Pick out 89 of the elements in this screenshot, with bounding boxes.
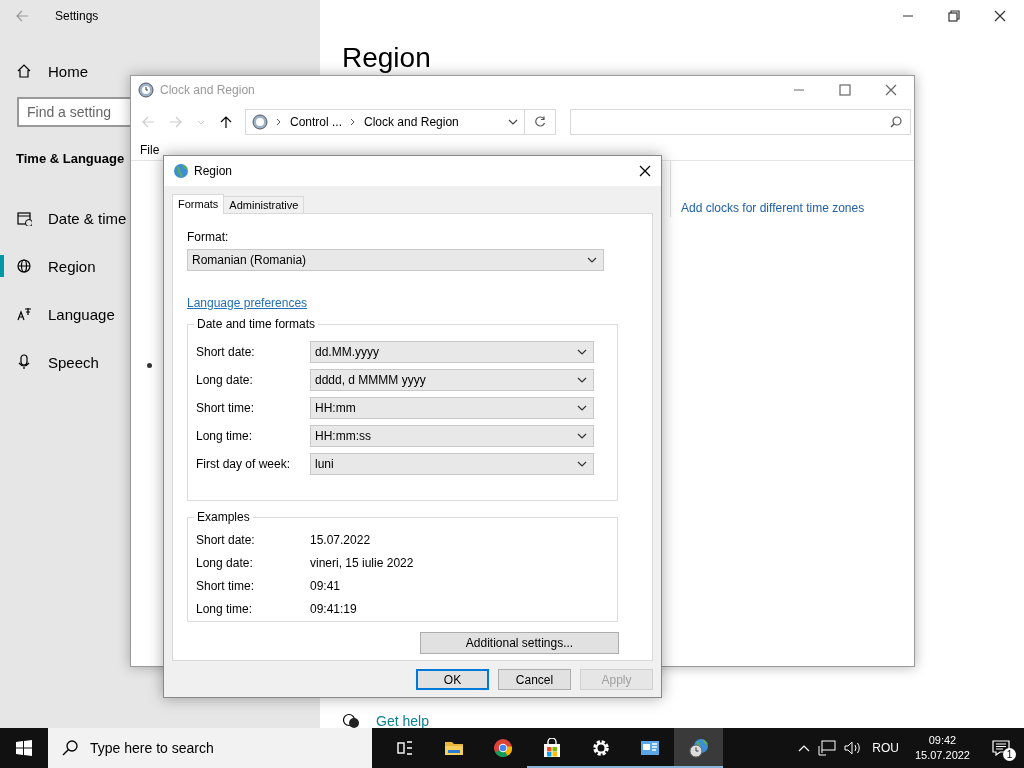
restore-icon[interactable] <box>948 10 960 22</box>
refresh-icon <box>534 116 546 128</box>
field-label: Short time: <box>196 401 256 415</box>
clock-time[interactable]: 09:42 <box>928 733 957 748</box>
section-title: Time & Language <box>16 151 125 166</box>
breadcrumb-item[interactable]: Clock and Region <box>364 115 459 129</box>
help-link[interactable]: Get help <box>376 713 429 729</box>
chevron-down-icon <box>577 349 587 355</box>
field-label: Short date: <box>196 345 256 359</box>
shopping-bag-icon <box>541 738 562 758</box>
window-title: Settings <box>55 9 99 23</box>
chevron-up-icon[interactable] <box>798 744 811 752</box>
clock-globe-icon <box>688 738 709 758</box>
page-heading: Region <box>342 42 432 74</box>
network-icon[interactable] <box>818 740 837 756</box>
nav-item[interactable]: Speech <box>0 338 99 386</box>
field-label: Short date: <box>196 532 256 547</box>
menu-item[interactable]: File <box>140 143 160 157</box>
browser-icon <box>492 738 513 758</box>
dropdown[interactable]: dddd, d MMMM yyyy <box>310 369 594 391</box>
chevron-down-icon <box>577 433 587 439</box>
example-value: vineri, 15 iulie 2022 <box>310 555 414 570</box>
tab[interactable]: Administrative <box>223 196 305 214</box>
windows-logo-icon <box>16 740 32 756</box>
dropdown[interactable]: dd.MM.yyyy <box>310 341 594 363</box>
home-nav-item[interactable]: Home <box>0 49 88 93</box>
tab[interactable]: Formats <box>172 194 225 214</box>
nav-item[interactable]: Date & time <box>0 194 127 242</box>
field-label: Long time: <box>196 429 254 443</box>
close-icon[interactable] <box>994 10 1006 22</box>
language-indicator[interactable]: ROU <box>872 741 899 755</box>
window-title: Clock and Region <box>160 83 255 97</box>
clock-date[interactable]: 15.07.2022 <box>914 748 970 763</box>
chevron-down-icon <box>577 377 587 383</box>
field-label: Short time: <box>196 578 256 593</box>
volume-icon[interactable] <box>844 740 863 756</box>
calendar-icon <box>16 210 32 226</box>
taskbar-app[interactable] <box>674 728 723 768</box>
control-panel-icon <box>639 738 660 758</box>
notification-badge: 1 <box>1003 748 1016 761</box>
example-value: 09:41 <box>310 578 341 593</box>
example-value: 09:41:19 <box>310 601 357 616</box>
nav-item[interactable]: Language <box>0 290 115 338</box>
field-label: First day of week: <box>196 457 292 471</box>
field-label: Long time: <box>196 601 254 616</box>
globe-icon <box>16 258 32 274</box>
settings-icon <box>590 738 611 758</box>
chevron-down-icon <box>577 461 587 467</box>
help-chat-icon <box>342 713 360 729</box>
dialog-button[interactable]: OK <box>416 669 489 690</box>
link[interactable]: Add clocks for different time zones <box>681 201 865 215</box>
refresh-button[interactable] <box>525 109 556 135</box>
task-view-icon <box>394 738 415 758</box>
up-arrow-icon[interactable] <box>219 115 233 129</box>
globe-icon <box>173 163 189 179</box>
dropdown[interactable]: Romanian (Romania) <box>187 249 604 271</box>
chevron-right-icon <box>276 118 282 126</box>
dialog-button[interactable]: Cancel <box>498 669 571 690</box>
clock-globe-icon <box>252 114 268 130</box>
link[interactable]: Language preferences <box>187 296 308 310</box>
notification-icon[interactable] <box>992 740 1010 756</box>
field-label: Long date: <box>196 555 254 570</box>
close-icon[interactable] <box>639 165 651 177</box>
maximize-icon[interactable] <box>839 84 851 96</box>
breadcrumb-item[interactable]: Control ... <box>290 115 343 129</box>
clock-globe-icon <box>138 82 154 98</box>
chevron-down-icon[interactable] <box>508 118 518 126</box>
bullet-icon <box>147 363 152 368</box>
search-icon <box>890 116 902 128</box>
search-icon <box>62 740 78 756</box>
chevron-down-icon <box>587 257 597 263</box>
chevron-down-icon <box>577 405 587 411</box>
dropdown[interactable]: HH:mm:ss <box>310 425 594 447</box>
window-title: Region <box>194 164 233 178</box>
search-field[interactable] <box>570 109 911 135</box>
microphone-icon <box>16 354 32 370</box>
nav-item[interactable]: Region <box>0 242 96 290</box>
example-value: 15.07.2022 <box>310 532 371 547</box>
field-label: Format: <box>187 230 230 244</box>
address-bar[interactable]: Control ... Clock and Region <box>245 109 525 135</box>
language-icon <box>16 306 32 322</box>
search-field[interactable]: Type here to search <box>48 728 372 768</box>
dropdown[interactable]: luni <box>310 453 594 475</box>
chevron-right-icon <box>350 118 357 126</box>
dropdown[interactable]: HH:mm <box>310 397 594 419</box>
home-icon <box>16 63 32 79</box>
additional-settings-button[interactable]: Additional settings... <box>420 632 619 654</box>
group-title: Examples <box>194 510 253 525</box>
field-label: Long date: <box>196 373 254 387</box>
